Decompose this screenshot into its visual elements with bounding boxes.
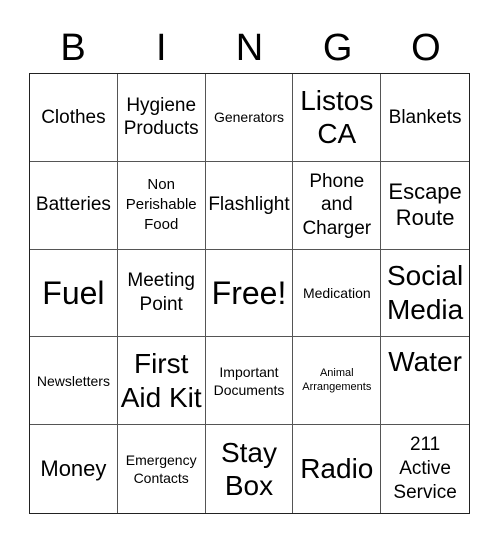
- cell-text: Money: [40, 455, 107, 481]
- cell-text: Important Documents: [213, 363, 285, 398]
- bingo-cell[interactable]: Non Perishable Food: [117, 161, 206, 250]
- bingo-cell[interactable]: Animal Arrangements: [293, 337, 382, 426]
- cell-text: Flashlight: [208, 194, 290, 216]
- bingo-cell[interactable]: Stay Box: [206, 425, 294, 513]
- cell-text: Clothes: [41, 106, 106, 128]
- cell-text: Social Media: [386, 260, 464, 325]
- cell-text: Emergency Contacts: [125, 451, 197, 487]
- bingo-cell[interactable]: Generators: [205, 74, 294, 162]
- free-space-cell[interactable]: Free!: [205, 249, 294, 338]
- cell-text: Radio: [300, 453, 374, 485]
- cell-text: First Aid Kit: [120, 348, 202, 413]
- cell-text: Blankets: [388, 106, 462, 128]
- bingo-grid: Clothes Hygiene Products Generators List…: [29, 73, 470, 514]
- header-letter-g: G: [322, 27, 353, 69]
- bingo-cell[interactable]: Money: [30, 425, 118, 513]
- cell-text: Newsletters: [36, 372, 110, 389]
- bingo-cell[interactable]: Social Media: [381, 250, 469, 338]
- header-letter-o: O: [411, 27, 441, 69]
- header-letter-i: I: [156, 27, 167, 69]
- bingo-cell[interactable]: Emergency Contacts: [118, 425, 206, 513]
- cell-text: 211 Active Service: [393, 434, 457, 503]
- cell-text: Phone and Charger: [302, 170, 372, 240]
- bingo-cell[interactable]: Listos CA: [293, 74, 382, 162]
- cell-text: Medication: [302, 284, 371, 301]
- bingo-cell[interactable]: Clothes: [30, 74, 118, 162]
- header-letter-n: N: [235, 27, 264, 69]
- cell-text: Batteries: [35, 194, 111, 216]
- cell-text: Stay Box: [220, 436, 277, 502]
- bingo-header: B I N G O: [29, 26, 470, 70]
- bingo-cell[interactable]: First Aid Kit: [117, 337, 206, 426]
- bingo-cell[interactable]: Fuel: [30, 249, 118, 338]
- cell-text: Listos CA: [300, 84, 374, 150]
- bingo-cell[interactable]: Batteries: [30, 161, 118, 250]
- bingo-cell[interactable]: Medication: [293, 249, 382, 338]
- bingo-cell[interactable]: Escape Route: [381, 162, 469, 250]
- cell-text: Escape Route: [388, 178, 462, 231]
- bingo-cell[interactable]: Hygiene Products: [117, 74, 206, 162]
- bingo-cell[interactable]: Radio: [293, 425, 382, 513]
- bingo-cell[interactable]: 211 Active Service: [381, 425, 469, 513]
- bingo-cell[interactable]: Phone and Charger: [293, 161, 382, 250]
- bingo-cell[interactable]: Meeting Point: [117, 249, 206, 338]
- bingo-cell[interactable]: Newsletters: [30, 337, 118, 426]
- cell-text: Meeting Point: [127, 270, 195, 315]
- cell-text: Hygiene Products: [123, 94, 199, 140]
- cell-text: Fuel: [42, 274, 105, 311]
- bingo-cell[interactable]: Flashlight: [205, 161, 294, 250]
- bingo-cell[interactable]: Important Documents: [205, 337, 294, 426]
- header-letter-b: B: [60, 27, 86, 69]
- bingo-cell[interactable]: Blankets: [381, 74, 469, 162]
- bingo-cell[interactable]: Water: [381, 337, 469, 426]
- cell-text: Non Perishable Food: [125, 175, 197, 234]
- cell-text: Generators: [213, 109, 285, 126]
- cell-text: Animal Arrangements: [302, 367, 372, 393]
- cell-text: Water: [388, 346, 462, 378]
- cell-text: Free!: [211, 274, 287, 311]
